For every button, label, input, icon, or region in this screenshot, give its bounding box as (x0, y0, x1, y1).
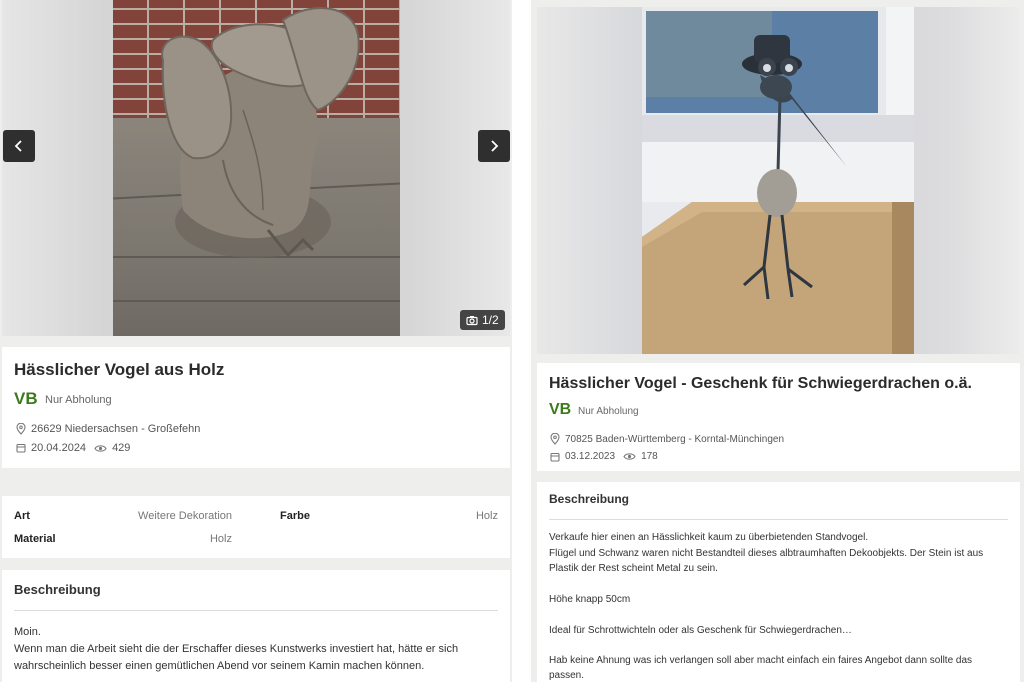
gallery-prev-button[interactable] (3, 130, 35, 162)
description-line: Moin. (14, 626, 41, 638)
description-line: Flügel und Schwanz waren nicht Bestandte… (549, 548, 984, 559)
listing-photo-metal-bird[interactable] (642, 7, 914, 354)
chevron-right-icon (491, 140, 499, 152)
attribute-value: Weitere Dekoration (138, 510, 232, 522)
image-gallery[interactable]: 1/2 (2, 0, 510, 336)
description-line: passen. (549, 670, 585, 681)
chevron-left-icon (14, 140, 22, 152)
listing-title: Hässlicher Vogel - Geschenk für Schwiege… (549, 375, 972, 392)
calendar-icon (16, 443, 26, 453)
listing-location: 26629 Niedersachsen - Großefehn (31, 423, 201, 435)
camera-icon (466, 315, 478, 325)
description-line: Plastik der Rest scheint Metal zu sein. (549, 563, 718, 574)
image-counter-text: 1/2 (482, 313, 499, 327)
listing-title: Hässlicher Vogel aus Holz (14, 360, 225, 379)
listing-price: VB (14, 389, 38, 408)
description-line: wahrscheinlich besser einen gemütlichen … (14, 660, 425, 672)
calendar-icon (550, 452, 560, 462)
location-row: 26629 Niedersachsen - Großefehn (16, 423, 200, 435)
attribute-label: Farbe (280, 510, 310, 522)
right-listing-panel: Hässlicher Vogel - Geschenk für Schwiege… (531, 0, 1024, 682)
description-line: Hab keine Ahnung was ich verlangen soll … (549, 655, 973, 666)
image-counter-badge: 1/2 (460, 310, 505, 330)
description-line: Wenn man die Arbeit sieht die der Erscha… (14, 643, 459, 655)
location-row: 70825 Baden-Württemberg - Korntal-Münchi… (550, 433, 784, 445)
attribute-label: Art (14, 510, 30, 522)
description-line: Verkaufe hier einen an Hässlichkeit kaum… (549, 532, 869, 543)
attribute-value: Holz (209, 533, 232, 545)
left-listing-panel: 1/2 Hässlicher Vogel aus Holz VB Nur Abh… (0, 0, 512, 682)
description-heading: Beschreibung (549, 492, 630, 506)
shipping-info: Nur Abholung (578, 406, 639, 417)
eye-icon (623, 453, 636, 460)
date-views-row: 20.04.2024 429 (16, 442, 130, 454)
location-pin-icon (550, 433, 560, 445)
listing-info-card: Hässlicher Vogel - Geschenk für Schwiege… (537, 363, 1020, 471)
description-line: Höhe knapp 50cm (549, 594, 631, 605)
description-line: Ideal für Schrottwichteln oder als Gesch… (549, 625, 852, 636)
image-gallery[interactable] (537, 7, 1020, 354)
listing-date: 03.12.2023 (565, 451, 616, 462)
location-pin-icon (16, 423, 26, 435)
description-divider (14, 610, 498, 611)
gallery-next-button[interactable] (478, 130, 510, 162)
attribute-value: Holz (475, 510, 498, 522)
metal-bird-scene (642, 7, 914, 354)
listing-price: VB (549, 401, 572, 418)
listing-date: 20.04.2024 (31, 442, 87, 454)
attribute-label: Material (14, 533, 56, 545)
shipping-info: Nur Abholung (45, 394, 112, 406)
description-divider (549, 519, 1008, 520)
eye-icon (94, 444, 107, 452)
listing-views: 178 (641, 451, 658, 462)
listing-info-card: Hässlicher Vogel aus Holz VB Nur Abholun… (2, 347, 510, 468)
description-card: Beschreibung Verkaufe hier einen an Häss… (537, 482, 1020, 682)
listing-photo-wooden-bird[interactable] (113, 0, 400, 336)
description-heading: Beschreibung (14, 582, 101, 597)
attributes-card: Art Weitere Dekoration Farbe Holz Materi… (2, 496, 510, 558)
date-views-row: 03.12.2023 178 (550, 451, 658, 462)
wooden-bird-sculpture (161, 7, 360, 258)
listing-location: 70825 Baden-Württemberg - Korntal-Münchi… (565, 433, 785, 445)
listing-views: 429 (112, 442, 131, 454)
description-card: Beschreibung Moin. Wenn man die Arbeit s… (2, 570, 510, 682)
